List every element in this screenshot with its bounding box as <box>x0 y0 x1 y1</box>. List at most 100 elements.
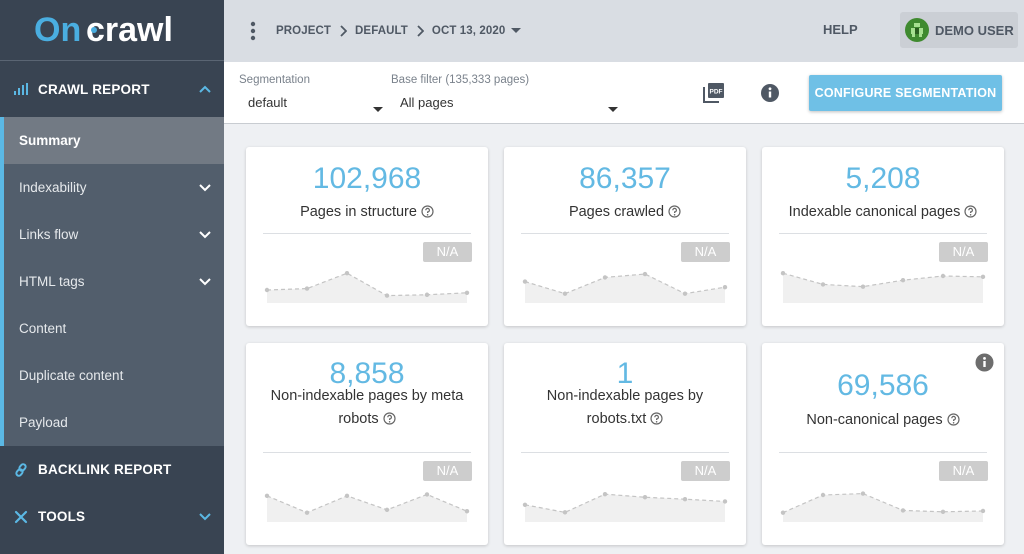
sparkline-point <box>980 274 986 280</box>
sparkline-point <box>562 510 568 515</box>
sparkline-point <box>522 279 528 284</box>
info-icon[interactable] <box>975 353 994 377</box>
metric-card[interactable]: 86,357 Pages crawled N/A <box>504 147 746 326</box>
oncrawl-logo[interactable]: On crawl <box>0 0 224 61</box>
sparkline-point <box>344 271 350 276</box>
sidebar-item-label: Content <box>19 321 67 336</box>
chevron-down-icon <box>196 230 214 239</box>
sidebar-item-duplicate-content[interactable]: Duplicate content <box>4 352 224 399</box>
backlink-report-label: BACKLINK REPORT <box>38 462 172 477</box>
tools-label: TOOLS <box>38 509 86 524</box>
chevron-right-icon <box>339 25 348 37</box>
sparkline-chart <box>780 491 986 522</box>
sparkline-chart <box>264 271 470 303</box>
metric-card[interactable]: 102,968 Pages in structure N/A <box>246 147 488 326</box>
metric-card[interactable]: 8,858 Non-indexable pages by meta robots N… <box>246 343 488 545</box>
user-menu-button[interactable]: DEMO USER <box>900 12 1018 48</box>
card-divider <box>521 233 729 234</box>
metric-card[interactable]: 1 Non-indexable pages by robots.txt N/A <box>504 343 746 545</box>
trend-badge: N/A <box>939 242 988 262</box>
sparkline-point <box>304 286 310 291</box>
breadcrumb-date[interactable]: OCT 13, 2020 <box>432 25 505 37</box>
sparkline-point <box>820 492 826 498</box>
sparkline-point <box>682 291 688 296</box>
card-divider <box>263 233 471 234</box>
breadcrumb-project[interactable]: PROJECT <box>276 25 331 37</box>
chevron-up-icon[interactable] <box>196 85 214 94</box>
metric-label: Non-canonical pages <box>770 409 996 434</box>
sparkline-point <box>980 508 986 514</box>
metric-label: Pages in structure <box>254 201 480 226</box>
sparkline-point <box>264 287 270 293</box>
trend-badge: N/A <box>939 461 988 481</box>
metric-label-text: Non-canonical pages <box>806 412 943 428</box>
sidebar: On crawl CRAWL REPORT Summary Indexabili… <box>0 0 224 554</box>
sidebar-item-summary[interactable]: Summary <box>4 117 224 164</box>
metric-card[interactable]: 5,208 Indexable canonical pages N/A <box>762 147 1004 326</box>
help-circle-icon[interactable] <box>964 203 977 226</box>
caret-down-icon[interactable] <box>608 100 618 118</box>
metric-label: Pages crawled <box>512 201 738 226</box>
sparkline-point <box>384 507 390 513</box>
trend-badge: N/A <box>423 242 472 262</box>
breadcrumb: PROJECT DEFAULT OCT 13, 2020 <box>268 25 522 37</box>
sparkline-point <box>602 491 608 497</box>
caret-down-icon[interactable] <box>511 28 522 34</box>
base-filter-select[interactable]: All pages <box>400 95 453 110</box>
sidebar-section-backlink-report[interactable]: BACKLINK REPORT <box>0 446 224 493</box>
help-circle-icon[interactable] <box>947 411 960 434</box>
metric-card[interactable]: 69,586 Non-canonical pages N/A <box>762 343 1004 545</box>
configure-segmentation-button[interactable]: CONFIGURE SEGMENTATION <box>809 75 1002 111</box>
pdf-export-icon[interactable]: PDF <box>702 82 726 109</box>
sidebar-item-label: Summary <box>19 133 81 148</box>
sidebar-item-label: Payload <box>19 415 68 430</box>
sparkline-point <box>940 509 946 514</box>
segmentation-select[interactable]: default <box>248 95 287 110</box>
breadcrumb-default[interactable]: DEFAULT <box>355 25 408 37</box>
sparkline-point <box>642 271 648 277</box>
sidebar-item-label: Links flow <box>19 227 79 242</box>
caret-down-icon[interactable] <box>373 100 383 118</box>
sidebar-section-crawl-report[interactable]: CRAWL REPORT <box>0 61 224 117</box>
sparkline-point <box>424 292 430 297</box>
sparkline-point <box>464 290 470 295</box>
sparkline-point <box>642 495 648 500</box>
sidebar-item-html-tags[interactable]: HTML tags <box>4 258 224 305</box>
sparkline-point <box>780 510 786 515</box>
sparkline-point <box>860 491 866 496</box>
help-link[interactable]: HELP <box>823 22 858 37</box>
card-divider <box>779 233 987 234</box>
card-divider <box>521 452 729 453</box>
sparkline-chart <box>264 492 470 522</box>
help-circle-icon[interactable] <box>650 410 663 433</box>
more-vert-icon[interactable] <box>238 21 268 41</box>
sparkline-point <box>344 493 350 499</box>
sidebar-item-indexability[interactable]: Indexability <box>4 164 224 211</box>
help-circle-icon[interactable] <box>421 203 434 226</box>
sparkline-point <box>940 273 946 279</box>
metric-value: 102,968 <box>312 162 422 195</box>
sidebar-item-links-flow[interactable]: Links flow <box>4 211 224 258</box>
sparkline-area <box>267 273 467 303</box>
sidebar-item-label: HTML tags <box>19 274 85 289</box>
sparkline-point <box>900 278 906 283</box>
help-circle-icon[interactable] <box>668 203 681 226</box>
sparkline-point <box>304 510 310 515</box>
sparkline-point <box>860 284 866 289</box>
metric-label-text: Pages in structure <box>300 204 417 220</box>
sidebar-item-payload[interactable]: Payload <box>4 399 224 446</box>
metric-value: 69,586 <box>837 369 929 402</box>
trend-badge: N/A <box>423 461 472 481</box>
chevron-down-icon[interactable] <box>196 512 214 521</box>
chevron-down-icon <box>196 277 214 286</box>
sidebar-item-content[interactable]: Content <box>4 305 224 352</box>
info-icon[interactable] <box>760 83 780 108</box>
help-circle-icon[interactable] <box>383 410 396 433</box>
user-name: DEMO USER <box>935 22 1014 38</box>
link-icon <box>14 462 32 477</box>
metric-value: 86,357 <box>579 162 671 195</box>
bar-signal-icon <box>14 83 32 95</box>
crawl-report-label: CRAWL REPORT <box>38 81 150 97</box>
topbar: PROJECT DEFAULT OCT 13, 2020 HELP DEMO U… <box>224 0 1024 62</box>
sidebar-section-tools[interactable]: TOOLS <box>0 493 224 540</box>
